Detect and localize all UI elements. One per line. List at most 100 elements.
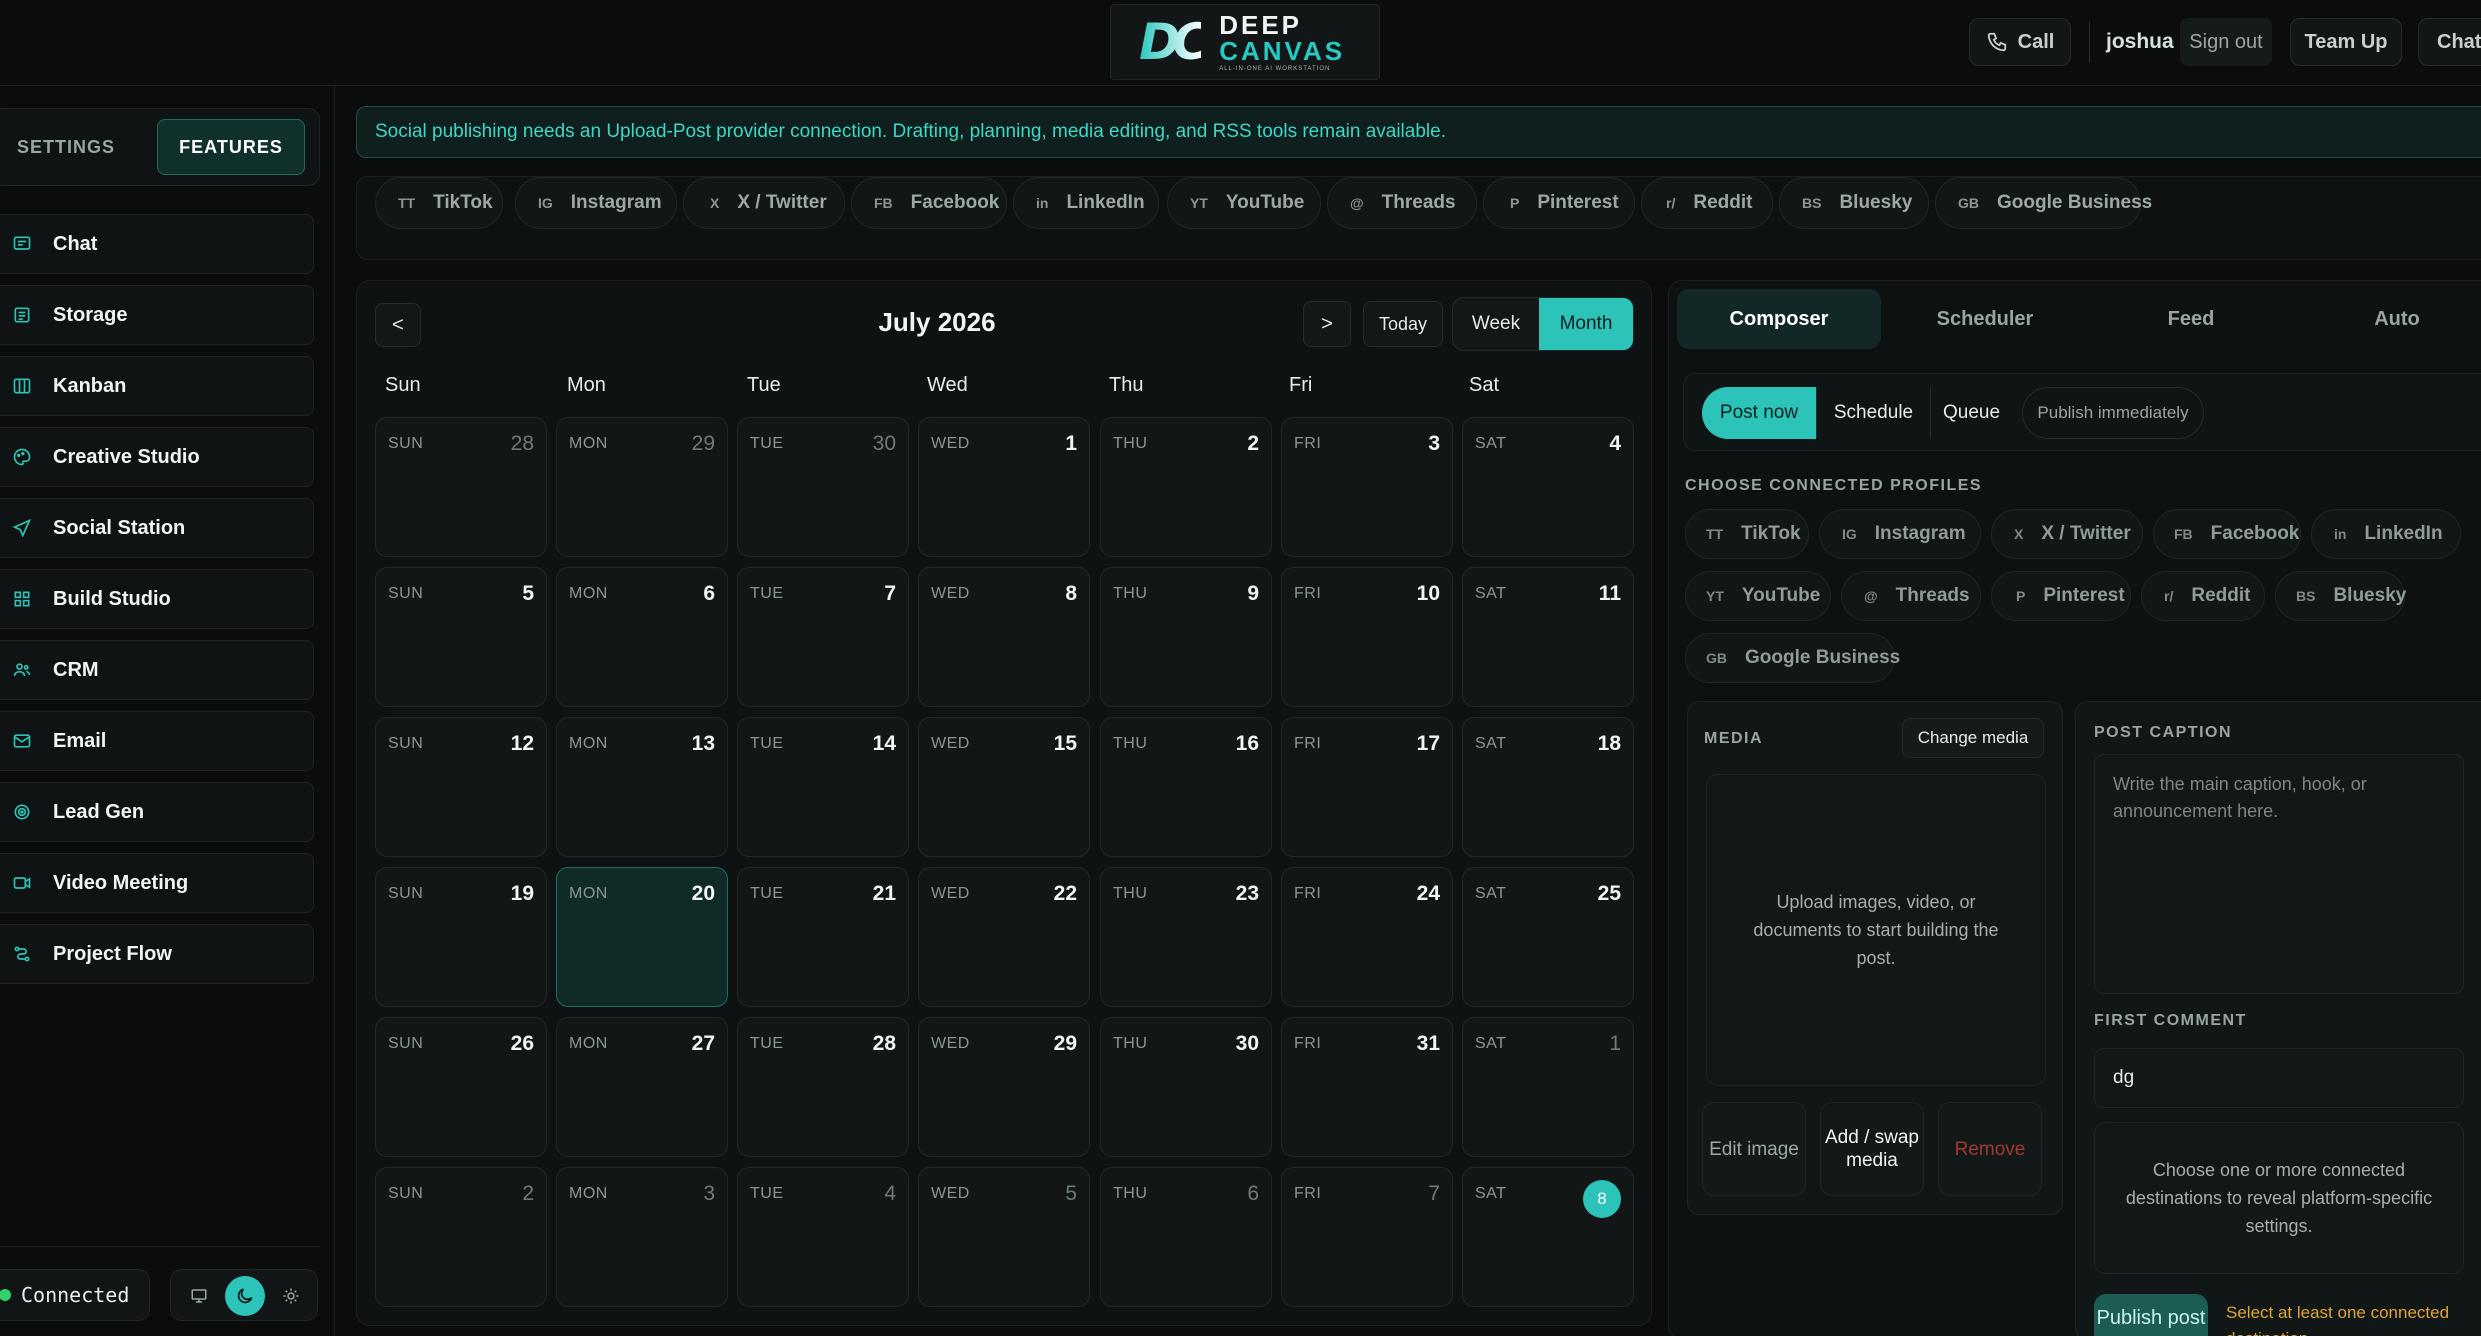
calendar-day-cell[interactable]: SUN 2	[375, 1167, 547, 1307]
platform-chip-google-business[interactable]: GB Google Business	[1935, 177, 2152, 229]
change-media-button[interactable]: Change media	[1902, 718, 2044, 758]
calendar-day-cell[interactable]: MON 27	[556, 1017, 728, 1157]
app-logo[interactable]: DC DEEP CANVAS ALL-IN-ONE AI WORKSTATION	[1110, 4, 1380, 80]
tab-composer[interactable]: Composer	[1677, 289, 1881, 349]
sidebar-item-social-station[interactable]: Social Station	[0, 498, 314, 558]
calendar-day-cell[interactable]: SAT 1	[1462, 1017, 1634, 1157]
platform-chip-instagram[interactable]: IG Instagram	[515, 177, 677, 229]
profile-chip-instagram[interactable]: IG Instagram	[1819, 509, 1981, 559]
calendar-day-cell[interactable]: THU 2	[1100, 417, 1272, 557]
sign-out-button[interactable]: Sign out	[2180, 18, 2272, 66]
calendar-day-cell[interactable]: TUE 7	[737, 567, 909, 707]
platform-chip-reddit[interactable]: r/Reddit	[1641, 177, 1773, 229]
sidebar-item-email[interactable]: Email	[0, 711, 314, 771]
calendar-day-cell[interactable]: MON 20	[556, 867, 728, 1007]
call-button[interactable]: Call	[1969, 18, 2071, 66]
chat-button[interactable]: Chat	[2418, 18, 2481, 66]
calendar-day-cell[interactable]: WED 1	[918, 417, 1090, 557]
calendar-day-cell[interactable]: WED 22	[918, 867, 1090, 1007]
profile-chip-threads[interactable]: @ Threads	[1841, 571, 1981, 621]
team-up-button[interactable]: Team Up	[2290, 18, 2402, 66]
calendar-day-cell[interactable]: FRI 10	[1281, 567, 1453, 707]
tab-scheduler[interactable]: Scheduler	[1883, 289, 2087, 349]
media-dropzone[interactable]: Upload images, video, or documents to st…	[1706, 774, 2046, 1086]
calendar-day-cell[interactable]: FRI 24	[1281, 867, 1453, 1007]
calendar-day-cell[interactable]: MON 13	[556, 717, 728, 857]
calendar-day-cell[interactable]: SUN 5	[375, 567, 547, 707]
calendar-day-cell[interactable]: FRI 3	[1281, 417, 1453, 557]
calendar-day-cell[interactable]: THU 9	[1100, 567, 1272, 707]
profile-chip-reddit[interactable]: r/Reddit	[2141, 571, 2265, 621]
sidebar-item-build-studio[interactable]: Build Studio	[0, 569, 314, 629]
add-swap-media-button[interactable]: Add / swap media	[1820, 1102, 1924, 1196]
profile-chip-pinterest[interactable]: P Pinterest	[1991, 571, 2131, 621]
sidebar-item-storage[interactable]: Storage	[0, 285, 314, 345]
sidebar-item-project-flow[interactable]: Project Flow	[0, 924, 314, 984]
calendar-day-cell[interactable]: TUE 28	[737, 1017, 909, 1157]
calendar-day-cell[interactable]: FRI 7	[1281, 1167, 1453, 1307]
calendar-day-cell[interactable]: WED 8	[918, 567, 1090, 707]
profile-chip-linkedin[interactable]: in LinkedIn	[2311, 509, 2461, 559]
prev-month-button[interactable]: <	[375, 303, 421, 347]
first-comment-input[interactable]: dg	[2094, 1048, 2464, 1108]
calendar-day-cell[interactable]: THU 16	[1100, 717, 1272, 857]
tab-features[interactable]: FEATURES	[157, 119, 305, 175]
profile-chip-youtube[interactable]: YT YouTube	[1685, 571, 1831, 621]
platform-chip-linkedin[interactable]: in LinkedIn	[1013, 177, 1159, 229]
calendar-day-cell[interactable]: SAT 11	[1462, 567, 1634, 707]
view-month-button[interactable]: Month	[1539, 298, 1633, 350]
calendar-day-cell[interactable]: FRI 31	[1281, 1017, 1453, 1157]
profile-chip-google-business[interactable]: GB Google Business	[1685, 633, 1900, 683]
moon-icon[interactable]	[225, 1276, 265, 1316]
calendar-day-cell[interactable]: SUN 28	[375, 417, 547, 557]
sidebar-item-creative-studio[interactable]: Creative Studio	[0, 427, 314, 487]
calendar-day-cell[interactable]: SAT 18	[1462, 717, 1634, 857]
profile-chip-x-twitter[interactable]: X X / Twitter	[1991, 509, 2143, 559]
sidebar-item-crm[interactable]: CRM	[0, 640, 314, 700]
calendar-day-cell[interactable]: SUN 26	[375, 1017, 547, 1157]
calendar-day-cell[interactable]: THU 23	[1100, 867, 1272, 1007]
calendar-day-cell[interactable]: THU 30	[1100, 1017, 1272, 1157]
platform-chip-tiktok[interactable]: TT TikTok	[375, 177, 503, 229]
calendar-day-cell[interactable]: MON 3	[556, 1167, 728, 1307]
calendar-day-cell[interactable]: WED 29	[918, 1017, 1090, 1157]
schedule-button[interactable]: Schedule	[1816, 387, 1930, 439]
sun-icon[interactable]	[271, 1276, 311, 1316]
tab-auto[interactable]: Auto	[2295, 289, 2481, 349]
calendar-day-cell[interactable]: WED 15	[918, 717, 1090, 857]
calendar-day-cell[interactable]: SAT 25	[1462, 867, 1634, 1007]
platform-chip-youtube[interactable]: YT YouTube	[1167, 177, 1321, 229]
tab-feed[interactable]: Feed	[2089, 289, 2293, 349]
post-caption-textarea[interactable]: Write the main caption, hook, or announc…	[2094, 754, 2464, 994]
publish-post-button[interactable]: Publish post	[2094, 1294, 2208, 1336]
remove-media-button[interactable]: Remove	[1938, 1102, 2042, 1196]
today-button[interactable]: Today	[1363, 301, 1443, 347]
calendar-day-cell[interactable]: TUE 21	[737, 867, 909, 1007]
calendar-day-cell[interactable]: MON 29	[556, 417, 728, 557]
tab-settings[interactable]: SETTINGS	[1, 119, 131, 175]
platform-chip-bluesky[interactable]: BS Bluesky	[1779, 177, 1929, 229]
post-now-button[interactable]: Post now	[1702, 387, 1816, 439]
view-week-button[interactable]: Week	[1453, 298, 1539, 350]
platform-chip-pinterest[interactable]: P Pinterest	[1483, 177, 1635, 229]
sidebar-item-chat[interactable]: Chat	[0, 214, 314, 274]
calendar-day-cell[interactable]: SUN 12	[375, 717, 547, 857]
calendar-day-cell[interactable]: TUE 30	[737, 417, 909, 557]
calendar-day-cell[interactable]: THU 6	[1100, 1167, 1272, 1307]
sidebar-item-kanban[interactable]: Kanban	[0, 356, 314, 416]
sidebar-item-video-meeting[interactable]: Video Meeting	[0, 853, 314, 913]
calendar-day-cell[interactable]: SAT 4	[1462, 417, 1634, 557]
edit-image-button[interactable]: Edit image	[1702, 1102, 1806, 1196]
calendar-day-cell[interactable]: SAT 8	[1462, 1167, 1634, 1307]
monitor-icon[interactable]	[179, 1276, 219, 1316]
calendar-day-cell[interactable]: SUN 19	[375, 867, 547, 1007]
platform-chip-facebook[interactable]: FB Facebook	[851, 177, 1007, 229]
calendar-day-cell[interactable]: TUE 4	[737, 1167, 909, 1307]
sidebar-item-lead-gen[interactable]: Lead Gen	[0, 782, 314, 842]
queue-button[interactable]: Queue	[1930, 387, 2012, 439]
calendar-day-cell[interactable]: MON 6	[556, 567, 728, 707]
platform-chip-threads[interactable]: @ Threads	[1327, 177, 1477, 229]
calendar-day-cell[interactable]: WED 5	[918, 1167, 1090, 1307]
platform-chip-x-twitter[interactable]: X X / Twitter	[683, 177, 845, 229]
profile-chip-facebook[interactable]: FB Facebook	[2153, 509, 2301, 559]
